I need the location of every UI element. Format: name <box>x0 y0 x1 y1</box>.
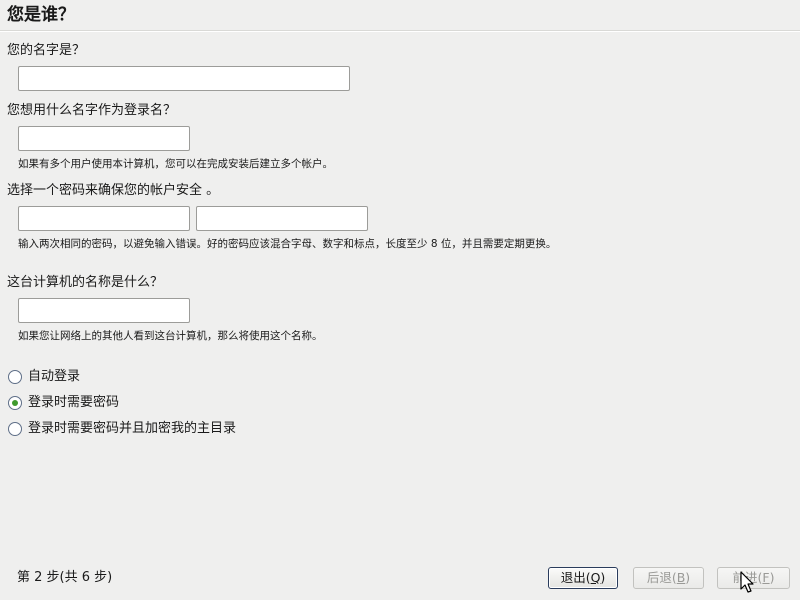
step-indicator: 第 2 步(共 6 步) <box>17 570 113 585</box>
radio-encrypt-home[interactable]: 登录时需要密码并且加密我的主目录 <box>8 420 236 438</box>
radio-require-password[interactable]: 登录时需要密码 <box>8 394 119 412</box>
forward-button-label: 前进( <box>732 570 763 585</box>
forward-button-suffix: ) <box>769 570 775 585</box>
radio-encrypt-home-indicator[interactable] <box>8 422 22 436</box>
quit-button-mnemonic: Q <box>590 570 601 585</box>
forward-button[interactable]: 前进(F) <box>717 567 790 589</box>
password-input[interactable] <box>18 206 190 231</box>
back-button-mnemonic: B <box>676 570 686 585</box>
password-hint: 输入两次相同的密码，以避免输入错误。好的密码应该混合字母、数字和标点，长度至少 … <box>18 238 557 250</box>
quit-button-label: 退出( <box>560 570 591 585</box>
full-name-label: 您的名字是？ <box>7 43 86 58</box>
username-hint: 如果有多个用户使用本计算机，您可以在完成安装后建立多个帐户。 <box>18 158 333 170</box>
password-confirm-input[interactable] <box>196 206 368 231</box>
radio-encrypt-home-label: 登录时需要密码并且加密我的主目录 <box>28 421 237 436</box>
radio-auto-login[interactable]: 自动登录 <box>8 368 80 386</box>
username-input[interactable] <box>18 126 190 151</box>
radio-require-password-label: 登录时需要密码 <box>28 395 120 410</box>
hostname-input[interactable] <box>18 298 190 323</box>
back-button-suffix: ) <box>685 570 691 585</box>
hostname-hint: 如果您让网络上的其他人看到这台计算机，那么将使用这个名称。 <box>18 330 323 342</box>
full-name-input[interactable] <box>18 66 350 91</box>
radio-auto-login-label: 自动登录 <box>28 369 81 384</box>
forward-button-mnemonic: F <box>762 570 770 585</box>
quit-button[interactable]: 退出(Q) <box>548 567 618 589</box>
quit-button-suffix: ) <box>600 570 606 585</box>
back-button-label: 后退( <box>646 570 677 585</box>
radio-auto-login-indicator[interactable] <box>8 370 22 384</box>
username-label: 您想用什么名字作为登录名？ <box>7 103 177 118</box>
page-header: 您是谁？ <box>0 0 800 31</box>
hostname-label: 这台计算机的名称是什么？ <box>7 275 164 290</box>
page-title: 您是谁？ <box>7 5 75 25</box>
back-button[interactable]: 后退(B) <box>633 567 704 589</box>
password-label: 选择一个密码来确保您的帐户安全 。 <box>7 183 220 198</box>
radio-require-password-indicator[interactable] <box>8 396 22 410</box>
